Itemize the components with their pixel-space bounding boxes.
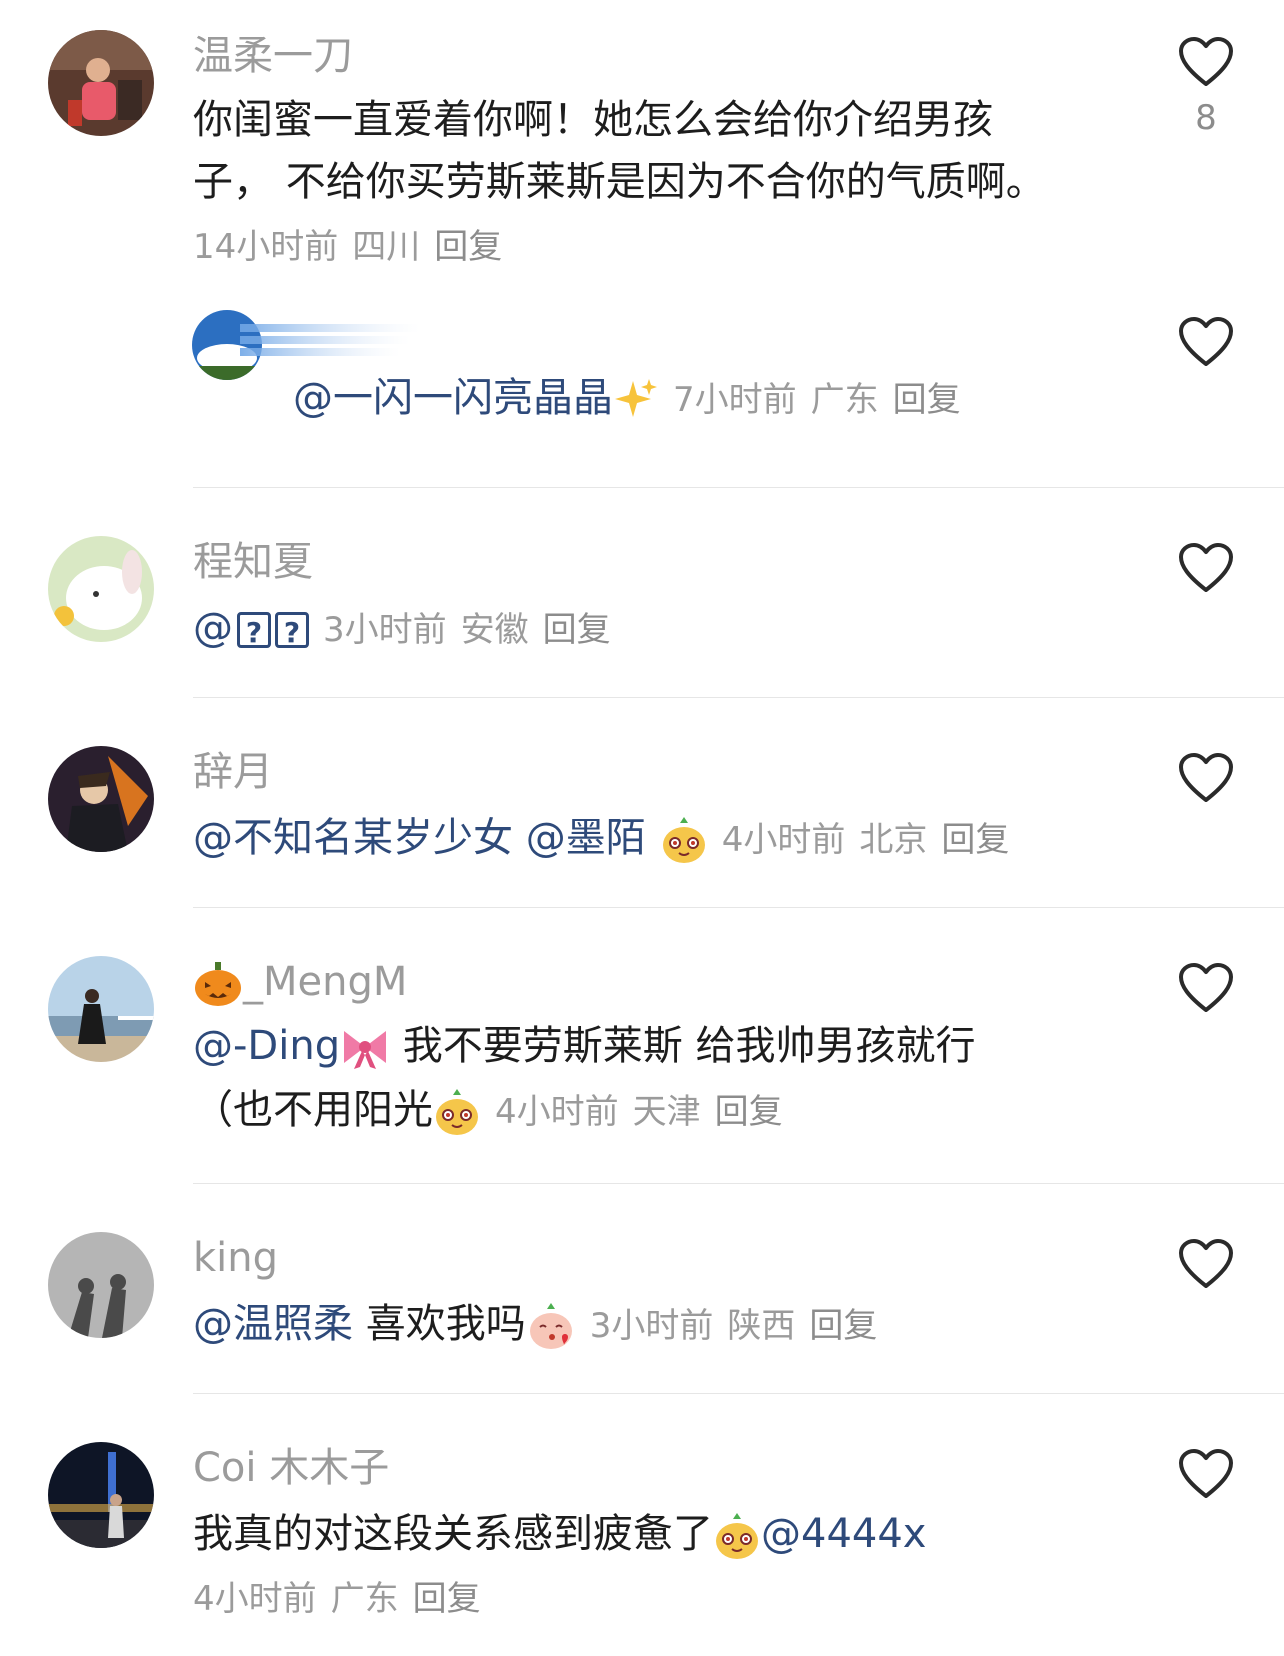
comment-location: 天津 (632, 1092, 701, 1132)
comment-username[interactable]: 辞月 (193, 748, 273, 796)
divider (193, 487, 1284, 488)
comment-line: @?? 3小时前 安徽 回复 (193, 604, 611, 654)
comment-line: @温照柔 喜欢我吗 3小时前 陕西 回复 (193, 1300, 877, 1351)
comment-text: 我真的对这段关系感到疲惫了 (193, 1511, 713, 1557)
comment-username[interactable]: _MengM (243, 959, 407, 1005)
comment-username[interactable]: Coi 木木子 (193, 1444, 389, 1492)
reply-button[interactable]: 回复 (434, 227, 502, 267)
like-count: 8 (1195, 98, 1217, 138)
reply-button[interactable]: 回复 (809, 1306, 877, 1346)
heart-icon[interactable] (1178, 542, 1234, 594)
divider (193, 1183, 1284, 1184)
comment-time: 3小时前 (323, 610, 447, 650)
speed-streak-decoration (240, 324, 420, 356)
mention-link[interactable]: @不知名某岁少女 @墨陌 (193, 815, 646, 861)
avatar[interactable] (48, 1442, 154, 1548)
heart-icon[interactable] (1178, 1448, 1234, 1500)
sparkles-icon (615, 379, 657, 417)
mention-link[interactable]: @温照柔 (193, 1301, 353, 1347)
heart-icon[interactable] (1178, 1238, 1234, 1290)
reply-button[interactable]: 回复 (715, 1092, 783, 1132)
comment-line: 我真的对这段关系感到疲惫了 @4444x (193, 1510, 926, 1561)
comment-line: @不知名某岁少女 @墨陌 4小时前 北京 回复 (193, 814, 1009, 865)
comment-meta: 4小时前 广东 回复 (193, 1578, 481, 1620)
comment-location: 北京 (859, 820, 928, 860)
unknown-char-icon: ? (237, 612, 271, 649)
avatar[interactable] (48, 746, 154, 852)
comment-username-line: _MengM (193, 958, 407, 1008)
comment-location: 陕西 (727, 1306, 796, 1346)
heart-icon[interactable] (1178, 36, 1234, 88)
heart-icon[interactable] (1178, 962, 1234, 1014)
comment-time: 4小时前 (721, 820, 846, 860)
mention-link[interactable]: @一闪一闪亮晶晶 (293, 375, 613, 421)
reply-button[interactable]: 回复 (413, 1579, 481, 1619)
pumpkin-icon (195, 962, 241, 1006)
ribbon-bow-icon (344, 1031, 387, 1069)
comment-text: 你闺蜜一直爱着你啊！她怎么会给你介绍男孩 (193, 97, 993, 143)
heart-icon[interactable] (1178, 752, 1234, 804)
reply-button[interactable]: 回复 (941, 820, 1009, 860)
mention-link[interactable]: @-Ding (193, 1023, 340, 1069)
avatar[interactable] (48, 956, 154, 1062)
comment-time: 3小时前 (589, 1306, 714, 1346)
cute-face-emoji-icon (436, 1089, 478, 1135)
comment-location: 广东 (330, 1579, 399, 1619)
comment-text: 子， 不给你买劳斯莱斯是因为不合你的气质啊。 (193, 159, 1046, 205)
cute-face-emoji-icon (716, 1513, 758, 1559)
comment-line: @-Ding 我不要劳斯莱斯 给我帅男孩就行 (193, 1022, 976, 1071)
comment-username[interactable]: 温柔一刀 (193, 32, 353, 80)
comment-location: 安徽 (460, 610, 529, 650)
comment-time: 4小时前 (495, 1092, 619, 1132)
mention-link[interactable]: @ (193, 605, 233, 651)
reply-line: @一闪一闪亮晶晶 7小时前 广东 回复 (293, 374, 961, 424)
comment-location: 广东 (810, 380, 879, 420)
unknown-char-icon: ? (275, 612, 309, 649)
divider (193, 1393, 1284, 1394)
heart-icon[interactable] (1178, 316, 1234, 368)
divider (193, 907, 1284, 908)
comment-line: （也不用阳光 4小时前 天津 回复 (193, 1086, 783, 1137)
avatar[interactable] (48, 1232, 154, 1338)
comment-time: 7小时前 (673, 380, 797, 420)
comment-text: （也不用阳光 (193, 1087, 433, 1133)
comment-text: 我不要劳斯莱斯 给我帅男孩就行 (390, 1023, 976, 1069)
avatar[interactable] (48, 536, 154, 642)
comment-username[interactable]: 程知夏 (193, 538, 313, 586)
avatar[interactable] (48, 30, 154, 136)
kiss-face-emoji-icon (529, 1303, 572, 1349)
mention-link[interactable]: @4444x (761, 1511, 926, 1557)
comment-time: 14小时前 (193, 227, 339, 267)
comment-time: 4小时前 (193, 1579, 317, 1619)
cute-face-emoji-icon (662, 817, 705, 863)
comment-text: 喜欢我吗 (353, 1301, 526, 1347)
reply-button[interactable]: 回复 (543, 610, 611, 650)
comment-username[interactable]: king (193, 1234, 278, 1282)
comment-meta: 14小时前 四川 回复 (193, 226, 502, 268)
comment-location: 四川 (352, 227, 421, 267)
divider (193, 697, 1284, 698)
reply-button[interactable]: 回复 (893, 380, 961, 420)
